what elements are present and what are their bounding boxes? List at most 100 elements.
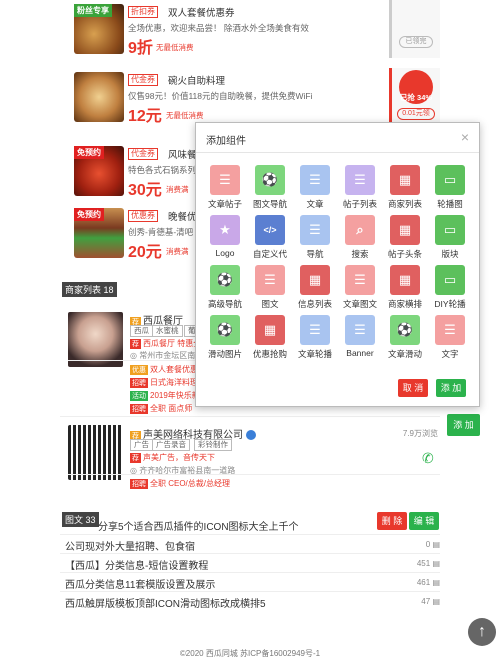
coupon-card[interactable]: 粉丝专享 折扣券 双人套餐优惠券 全场优惠，欢迎来品尝！ 除酒水外全场美食有效 … [60, 0, 440, 58]
article-title[interactable]: 西瓜触屏版模板顶部ICON滑动图标改成横排5 [65, 595, 266, 610]
divider [60, 416, 440, 417]
shop-promo: 荐西瓜餐厅 特惠全 [130, 339, 202, 349]
comment-icon: ▤ [432, 597, 440, 606]
comment-icon: ▤ [432, 559, 440, 568]
coupon-price: 9折 [128, 40, 153, 57]
doc-icon: ☰ [210, 165, 240, 195]
coupon-image [74, 72, 124, 122]
widget-item[interactable]: ☰ 文章轮播 [293, 315, 337, 360]
widget-label: 文章滑动 [387, 349, 422, 359]
widget-item[interactable]: ☰ 帖子列表 [338, 165, 382, 210]
widget-item[interactable]: ▦ 优惠抢购 [248, 315, 292, 360]
coupon-note: 无最低消费 [166, 111, 204, 120]
coupon-desc: 全场优惠，欢迎来品尝！ 除酒水外全场美食有效 [128, 23, 309, 33]
widget-item[interactable]: ☰ 文字 [428, 315, 472, 360]
coupon-side: 已领完 [392, 0, 440, 58]
coupon-note: 消费满 [166, 247, 189, 256]
doc-icon: ☰ [300, 315, 330, 345]
shop-avatar[interactable] [68, 312, 123, 367]
shop-tag: 广告录音 [152, 439, 190, 451]
divider [68, 360, 195, 361]
widget-item[interactable]: ▦ 商家横排 [383, 265, 427, 310]
widget-item[interactable]: ☰ 图文 [248, 265, 292, 310]
doc-icon: ☰ [300, 165, 330, 195]
comment-count: 0 ▤ [425, 540, 440, 549]
shop-promo: 荐声美广告，音传天下 [130, 453, 215, 463]
arrow-up-icon: ↑ [478, 623, 486, 640]
widget-label: 版块 [441, 249, 459, 259]
shop-tag: 彩铃制作 [194, 439, 232, 451]
shop-tag: 广告 [130, 439, 153, 451]
widget-item[interactable]: ⚽ 高级导航 [203, 265, 247, 310]
xigua-icon: ▦ [390, 265, 420, 295]
back-to-top-button[interactable]: ↑ [468, 618, 496, 646]
progress-label: 已抢 34% [399, 93, 433, 102]
football-icon: ⚽ [210, 315, 240, 345]
coupon-card[interactable]: 代金券 碗火自助料理 仅售98元！价值118元的自助晚餐，提供免费WiFi 12… [60, 68, 440, 126]
coupon-tag: 折扣券 [128, 6, 158, 18]
article-title[interactable]: 【西瓜】分类信息-短信设置教程 [65, 557, 208, 572]
qr-code[interactable] [68, 425, 123, 480]
shop-row[interactable]: 招聘 日式海洋料理 [130, 377, 198, 388]
widget-item[interactable]: ★ Logo [203, 215, 247, 258]
coupon-badge: 粉丝专享 [74, 4, 112, 17]
widget-item[interactable]: ⚽ 文章滑动 [383, 315, 427, 360]
widget-item[interactable]: ⚽ 图文导航 [248, 165, 292, 210]
coupon-tag: 代金券 [128, 148, 158, 160]
modal-header: 添加组件 × [196, 123, 479, 153]
phone-icon[interactable]: ✆ [422, 450, 434, 467]
page: 粉丝专享 折扣券 双人套餐优惠券 全场优惠，欢迎来品尝！ 除酒水外全场美食有效 … [0, 0, 500, 670]
widget-label: DIY轮播 [434, 299, 466, 309]
coupon-price: 12元 [128, 108, 162, 125]
widget-item[interactable]: ☰ 文章帖子 [203, 165, 247, 210]
divider [68, 474, 440, 475]
widget-label: 文章轮播 [297, 349, 332, 359]
promo-icon: 荐 [130, 339, 141, 349]
add-button[interactable]: 添 加 [447, 414, 480, 436]
delete-button[interactable]: 删 除 [377, 512, 407, 530]
section-label-articles: 图文 33 [62, 512, 99, 527]
xigua-icon: ▦ [255, 315, 285, 345]
edit-button[interactable]: 编 辑 [409, 512, 439, 530]
coupon-note: 无最低消费 [156, 43, 194, 52]
shop-row[interactable]: 招聘 全职 面点师 [130, 403, 192, 414]
coupon-price: 30元 [128, 182, 162, 199]
coupon-badge: 免预约 [74, 208, 104, 221]
widget-label: 高级导航 [207, 299, 242, 309]
widget-item[interactable]: ☰ 导航 [293, 215, 337, 260]
monitor-icon: ▭ [435, 265, 465, 295]
section-label-shops: 商家列表 18 [62, 282, 117, 297]
article-title[interactable]: 公司现对外大量招聘、包食宿 [65, 538, 195, 553]
widget-label: 文章图文 [342, 299, 377, 309]
widget-label: 帖子头条 [387, 249, 422, 259]
coupon-title: 碗火自助料理 [168, 76, 226, 87]
widget-item[interactable]: ⚽ 滑动图片 [203, 315, 247, 360]
widget-item[interactable]: ▦ 信息列表 [293, 265, 337, 310]
doc-icon: ☰ [345, 315, 375, 345]
comment-icon: ▤ [432, 578, 440, 587]
divider [60, 553, 440, 554]
cancel-button[interactable]: 取 消 [398, 379, 428, 397]
widget-label: 帖子列表 [342, 199, 377, 209]
shop-row[interactable]: 活动 2019年快乐新 [130, 390, 200, 401]
widget-item[interactable]: ⌕ 搜索 [338, 215, 382, 260]
confirm-add-button[interactable]: 添 加 [436, 379, 466, 397]
widget-item[interactable]: ▦ 商家列表 [383, 165, 427, 210]
widget-item[interactable]: ☰ 文章图文 [338, 265, 382, 310]
widget-item[interactable]: ▦ 帖子头条 [383, 215, 427, 260]
widget-item[interactable]: </> 自定义代 [248, 215, 292, 260]
widget-item[interactable]: ▭ 版块 [428, 215, 472, 260]
divider [60, 572, 440, 573]
article-title[interactable]: 分享5个适合西瓜插件的ICON图标大全上千个 [98, 518, 299, 533]
claim-button[interactable]: 0.01元领 [397, 108, 435, 120]
widget-item[interactable]: ☰ 文章 [293, 165, 337, 210]
xigua-icon: ▦ [390, 215, 420, 245]
football-icon: ⚽ [255, 165, 285, 195]
coupon-desc: 特色各式石锅系列， [128, 165, 205, 175]
widget-item[interactable]: ▭ 轮播图 [428, 165, 472, 210]
job-row[interactable]: 招聘 全职 CEO/总裁/总经理 [130, 478, 230, 489]
article-title[interactable]: 西瓜分类信息11套模版设置及展示 [65, 576, 215, 591]
widget-item[interactable]: ▭ DIY轮播 [428, 265, 472, 310]
close-icon[interactable]: × [461, 129, 469, 145]
widget-item[interactable]: ☰ Banner [338, 315, 382, 358]
